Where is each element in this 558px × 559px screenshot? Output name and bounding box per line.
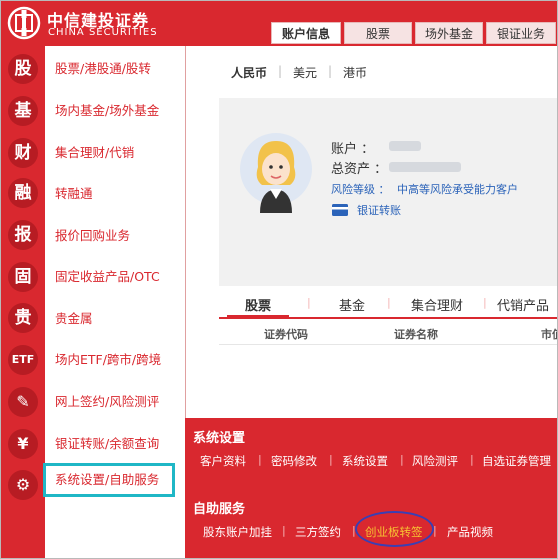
product-tab-separator: | bbox=[387, 296, 391, 309]
link-separator: | bbox=[282, 524, 286, 537]
fund-icon[interactable]: 基 bbox=[8, 96, 38, 126]
total-assets-label: 总资产 ： bbox=[331, 162, 388, 177]
system-settings-title: 系统设置 bbox=[193, 431, 246, 446]
avatar bbox=[240, 133, 312, 213]
column-header-name: 证券名称 bbox=[394, 328, 438, 341]
precious-metal-icon[interactable]: 贵 bbox=[8, 303, 38, 333]
sidebar-item-stock[interactable]: 股票/港股通/股转 bbox=[55, 58, 151, 77]
link-separator: | bbox=[329, 453, 333, 466]
citic-logo-icon bbox=[7, 6, 41, 40]
fixed-income-icon[interactable]: 固 bbox=[8, 262, 38, 292]
tab-otc-fund[interactable]: 场外基金 bbox=[415, 22, 483, 44]
link-product-video[interactable]: 产品视频 bbox=[447, 524, 493, 540]
link-separator: | bbox=[400, 453, 404, 466]
etf-icon[interactable]: ETF bbox=[8, 345, 38, 375]
sidebar-item-fund[interactable]: 场内基金/场外基金 bbox=[55, 100, 159, 119]
app-window: 中信建投证券 CHINA SECURITIES 股 股票/港股通/股转 基 场内… bbox=[0, 0, 558, 559]
product-tab-active-indicator bbox=[227, 315, 289, 318]
column-header-code: 证券代码 bbox=[264, 328, 308, 341]
finance-icon[interactable]: 融 bbox=[8, 178, 38, 208]
risk-level-label: 风险等级 ： bbox=[331, 183, 390, 196]
link-system-settings[interactable]: 系统设置 bbox=[342, 453, 388, 469]
link-risk-assessment[interactable]: 风险测评 bbox=[412, 453, 458, 469]
table-header-divider bbox=[219, 344, 557, 345]
product-tab-separator: | bbox=[483, 296, 487, 309]
gear-icon[interactable]: ⚙ bbox=[8, 470, 38, 500]
product-tab-stock[interactable]: 股票 bbox=[245, 295, 271, 314]
currency-separator: | bbox=[278, 64, 283, 78]
link-change-password[interactable]: 密码修改 bbox=[271, 453, 317, 469]
link-watchlist-management[interactable]: 自选证券管理 bbox=[482, 453, 551, 469]
total-assets-masked bbox=[389, 162, 461, 172]
brand-header: 中信建投证券 CHINA SECURITIES bbox=[1, 1, 185, 46]
product-tab-fund[interactable]: 基金 bbox=[339, 295, 365, 314]
link-separator: | bbox=[470, 453, 474, 466]
link-add-shareholder-account[interactable]: 股东账户加挂 bbox=[203, 524, 272, 540]
tab-account-info[interactable]: 账户信息 bbox=[271, 22, 341, 44]
column-header-value: 市值 bbox=[541, 328, 557, 341]
sidebar-item-precious-metal[interactable]: 贵金属 bbox=[55, 308, 93, 327]
link-separator: | bbox=[258, 453, 262, 466]
risk-level-value[interactable]: 中高等风险承受能力客户 bbox=[397, 181, 518, 197]
bank-transfer-link[interactable]: 银证转账 bbox=[357, 202, 401, 218]
stock-icon[interactable]: 股 bbox=[8, 54, 38, 84]
sidebar-item-signing[interactable]: 网上签约/风险测评 bbox=[55, 391, 159, 410]
self-service-title: 自助服务 bbox=[193, 502, 246, 517]
currency-separator: | bbox=[328, 64, 333, 78]
yen-icon[interactable]: ¥ bbox=[8, 429, 38, 459]
sign-icon[interactable]: ✎ bbox=[8, 387, 38, 417]
repo-icon[interactable]: 报 bbox=[8, 220, 38, 250]
link-tripartite-agreement[interactable]: 三方签约 bbox=[295, 524, 341, 540]
sidebar-item-repo[interactable]: 报价回购业务 bbox=[55, 225, 130, 244]
sidebar-item-transfer[interactable]: 银证转账/余额查询 bbox=[55, 433, 159, 452]
link-customer-info[interactable]: 客户资料 bbox=[200, 453, 246, 469]
currency-tab-usd[interactable]: 美元 bbox=[293, 64, 317, 81]
currency-tab-rmb[interactable]: 人民币 bbox=[231, 64, 267, 81]
sidebar-item-settings[interactable]: 系统设置/自助服务 bbox=[43, 463, 175, 497]
account-label: 账户 ： bbox=[331, 142, 375, 157]
product-tab-wealth[interactable]: 集合理财 bbox=[411, 295, 463, 314]
currency-tab-hkd[interactable]: 港币 bbox=[343, 64, 367, 81]
wealth-icon[interactable]: 财 bbox=[8, 138, 38, 168]
sidebar-item-refinance[interactable]: 转融通 bbox=[55, 183, 93, 202]
tab-bank-securities[interactable]: 银证业务 bbox=[486, 22, 556, 44]
product-tab-agency[interactable]: 代销产品 bbox=[497, 295, 549, 314]
product-tab-separator: | bbox=[307, 296, 311, 309]
account-value-masked bbox=[389, 141, 421, 151]
sidebar-item-wealth[interactable]: 集合理财/代销 bbox=[55, 142, 134, 161]
sidebar-item-fixed-income[interactable]: 固定收益产品/OTC bbox=[55, 266, 160, 285]
card-icon bbox=[332, 204, 348, 216]
tab-stock[interactable]: 股票 bbox=[344, 22, 412, 44]
sidebar-item-etf[interactable]: 场内ETF/跨市/跨境 bbox=[55, 349, 161, 368]
highlight-circle bbox=[355, 511, 434, 547]
brand-name-en: CHINA SECURITIES bbox=[48, 27, 158, 38]
